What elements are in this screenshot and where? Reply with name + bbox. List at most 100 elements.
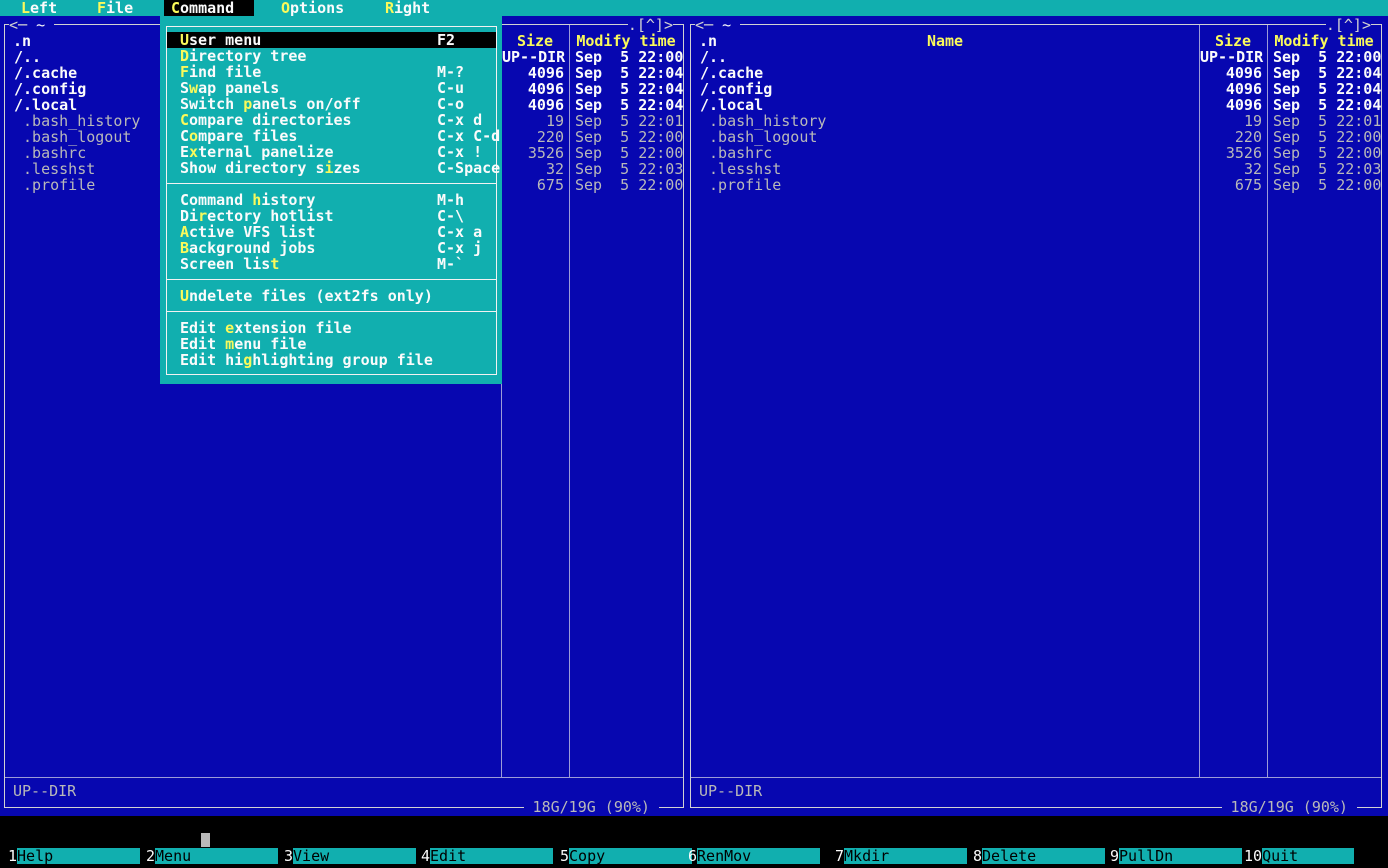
menu-item-user-menu[interactable]: User menuF2 [167,32,496,48]
fkey-pulldn-button[interactable]: 9PullDn [1110,848,1242,864]
fkey-view-button[interactable]: 3View [284,848,416,864]
menubar-item-file[interactable]: File [97,0,133,16]
file-mtime: Sep 5 22:01 [575,113,683,129]
file-row[interactable]: /.local4096Sep 5 22:04 [692,97,1380,113]
fkey-delete-button[interactable]: 8Delete [973,848,1105,864]
column-header-mtime[interactable]: Modify time [1267,33,1381,49]
menubar-item-left[interactable]: Left [21,0,57,16]
file-row[interactable]: /..UP--DIRSep 5 22:00 [692,49,1380,65]
menubar-item-right[interactable]: Right [385,0,430,16]
menu-item-edit-highlighting-group-file[interactable]: Edit highlighting group file [167,352,496,368]
menu-item-directory-hotlist[interactable]: Directory hotlistC-\ [167,208,496,224]
file-size: 675 [1200,177,1262,193]
function-key-bar: 1Help 2Menu 3View 4Edit 5Copy6RenMov 7Mkdir 8D… [0,848,1388,868]
menu-item-shortcut: M-? [437,64,464,80]
file-size: 3526 [1200,145,1262,161]
file-mtime: Sep 5 22:00 [1273,49,1381,65]
menu-item-label: Edit highlighting group file [180,352,433,368]
fkey-label: PullDn [1119,848,1242,864]
menu-item-label: Directory tree [180,48,306,64]
menu-item-compare-files[interactable]: Compare filesC-x C-d [167,128,496,144]
menu-item-active-vfs-list[interactable]: Active VFS listC-x a [167,224,496,240]
file-mtime: Sep 5 22:04 [575,65,683,81]
menu-item-label: Command history [180,192,315,208]
menu-item-show-directory-sizes[interactable]: Show directory sizesC-Space [167,160,496,176]
menubar-item-command[interactable]: Command [164,0,254,16]
menu-item-label: Swap panels [180,80,279,96]
file-mtime: Sep 5 22:04 [575,81,683,97]
file-row[interactable]: /.cache4096Sep 5 22:04 [692,65,1380,81]
file-mtime: Sep 5 22:00 [1273,177,1381,193]
file-mtime: Sep 5 22:00 [575,177,683,193]
column-header-name[interactable]: Name [691,33,1199,49]
file-size: 4096 [502,97,564,113]
menu-item-undelete-files-ext2fs-only[interactable]: Undelete files (ext2fs only) [167,288,496,304]
fkey-quit-button[interactable]: 10Quit [1244,848,1354,864]
menu-item-directory-tree[interactable]: Directory tree [167,48,496,64]
file-row[interactable]: .bash_history19Sep 5 22:01 [692,113,1380,129]
ministatus-text: UP--DIR [13,783,76,799]
file-mtime: Sep 5 22:04 [1273,97,1381,113]
file-row[interactable]: .profile 675 Sep 5 22:00 [692,177,1380,193]
fkey-renmov-button[interactable]: 6RenMov [688,848,820,864]
fkey-label: Delete [982,848,1105,864]
menu-item-label: Switch panels on/off [180,96,361,112]
file-name: .bash_history [700,113,826,129]
hotkey-letter: R [385,0,394,17]
menu-item-compare-directories[interactable]: Compare directoriesC-x d [167,112,496,128]
hotkey-letter: g [243,351,252,369]
menu-item-shortcut: C-u [437,80,464,96]
file-mtime: Sep 5 22:00 [575,129,683,145]
fkey-label: Quit [1262,848,1354,864]
panel-title-path[interactable]: <─ ~ [695,17,740,33]
file-row[interactable]: .bash_logout220Sep 5 22:00 [692,129,1380,145]
column-header-size[interactable]: Size [501,33,569,49]
text-cursor [201,833,210,847]
file-row[interactable]: /.config4096Sep 5 22:04 [692,81,1380,97]
command-line[interactable]: midnight@commander:~$ [0,832,1388,848]
menu-item-background-jobs[interactable]: Background jobsC-x j [167,240,496,256]
file-size: 3526 [502,145,564,161]
file-row[interactable]: .bashrc3526Sep 5 22:00 [692,145,1380,161]
menu-item-external-panelize[interactable]: External panelizeC-x ! [167,144,496,160]
fkey-copy-button[interactable]: 5Copy [560,848,692,864]
fkey-edit-button[interactable]: 4Edit [421,848,553,864]
fkey-number: 8 [973,847,982,865]
file-mtime: Sep 5 22:04 [1273,81,1381,97]
file-name: .bashrc [700,145,772,161]
menubar-item-options[interactable]: Options [281,0,344,16]
file-size: 19 [1200,113,1262,129]
panel-title-path[interactable]: <─ ~ [9,17,54,33]
panel-updir-icon[interactable]: .[^]> [1326,17,1371,33]
fkey-label: Mkdir [844,848,967,864]
fkey-menu-button[interactable]: 2Menu [146,848,278,864]
file-row[interactable]: .lesshst32Sep 5 22:03 [692,161,1380,177]
column-header-size[interactable]: Size [1199,33,1267,49]
menu-item-shortcut: C-x d [437,112,482,128]
panel-updir-icon[interactable]: .[^]> [628,17,673,33]
column-header-mtime[interactable]: Modify time [569,33,683,49]
file-name: /.config [700,81,772,97]
hint-line: Hint: Want your plain shell? Press C-o, … [0,816,1388,832]
menu-item-edit-menu-file[interactable]: Edit menu file [167,336,496,352]
menu-item-switch-panels-on-off[interactable]: Switch panels on/offC-o [167,96,496,112]
fkey-number: 5 [560,847,569,865]
hotkey-letter: t [270,255,279,273]
free-space-indicator: 18G/19G (90%) [524,799,659,815]
fkey-label: RenMov [697,848,820,864]
file-mtime: Sep 5 22:04 [1273,65,1381,81]
menu-item-shortcut: M-h [437,192,464,208]
menu-item-find-file[interactable]: Find fileM-? [167,64,496,80]
menu-item-screen-list[interactable]: Screen listM-` [167,256,496,272]
menu-item-command-history[interactable]: Command history M-h [167,192,496,208]
menu-item-label: Compare files [180,128,297,144]
menu-item-swap-panels[interactable]: Swap panels C-u [167,80,496,96]
fkey-mkdir-button[interactable]: 7Mkdir [835,848,967,864]
file-name: .bash_logout [14,129,131,145]
menu-bar: Left File Command Options Right [0,0,1388,16]
hotkey-letter: O [281,0,290,17]
menu-item-edit-extension-file[interactable]: Edit extension file [167,320,496,336]
file-name: .profile [700,177,781,193]
file-name: .bash_history [14,113,140,129]
fkey-help-button[interactable]: 1Help [8,848,140,864]
